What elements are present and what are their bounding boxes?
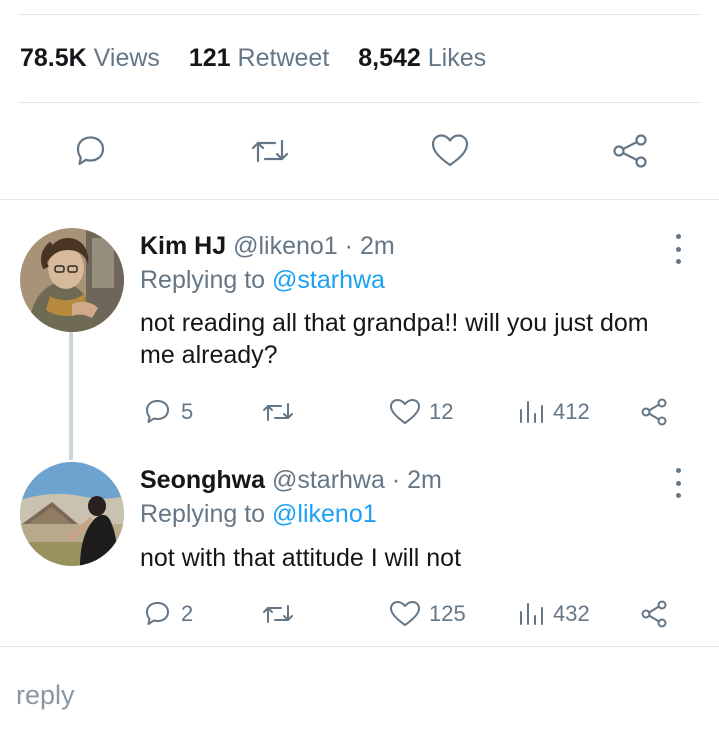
tweet-action-bar [0, 128, 719, 178]
timestamp: 2m [359, 232, 395, 260]
like-icon [390, 399, 420, 424]
more-options-icon[interactable] [666, 234, 690, 264]
share-icon [641, 600, 667, 628]
views-count: 78.5K [20, 44, 87, 72]
avatar[interactable] [20, 462, 124, 566]
likes-count: 8,542 [358, 44, 421, 72]
retweet-button[interactable] [260, 596, 296, 632]
views-button[interactable]: 412 [516, 394, 590, 430]
reply-header: Seonghwa @starhwa · 2m [140, 466, 442, 495]
share-button[interactable] [638, 394, 670, 430]
reply-count: 2 [181, 601, 194, 626]
reply-icon [146, 400, 169, 423]
reply-button[interactable]: 2 [142, 596, 193, 632]
retweet-count: 121 [188, 44, 231, 72]
retweet-label: Retweet [237, 44, 330, 72]
display-name[interactable]: Seonghwa [140, 466, 265, 494]
separator-dot: · [391, 466, 401, 494]
retweet-icon [263, 605, 293, 623]
reply-text: not reading all that grandpa!! will you … [140, 309, 649, 369]
username[interactable]: @starhwa [272, 466, 385, 494]
replying-to: Replying to @likeno1 [140, 500, 377, 529]
retweet-stat[interactable]: 121 Retweet [189, 44, 329, 72]
separator-dot: · [344, 232, 353, 260]
replying-to: Replying to @starhwa [140, 266, 385, 295]
like-icon [390, 601, 420, 626]
like-button[interactable]: 125 [388, 596, 466, 632]
views-count: 412 [553, 399, 590, 424]
like-count: 12 [429, 399, 454, 424]
top-divider [18, 14, 701, 15]
like-count: 125 [429, 601, 466, 626]
tweet-stats: 78.5K Views 121 Retweet 8,542 Likes [20, 44, 508, 73]
reply-item[interactable]: Kim HJ @likeno1 · 2m Replying to @starhw… [0, 200, 719, 460]
like-button[interactable]: 12 [388, 394, 453, 430]
retweet-icon[interactable] [247, 128, 293, 174]
like-icon[interactable] [427, 128, 473, 174]
replying-prefix: Replying to [140, 500, 266, 528]
replying-prefix: Replying to [140, 266, 266, 294]
reply-text: not with that attitude I will not [140, 544, 462, 572]
mention-link[interactable]: @starhwa [272, 266, 385, 294]
reply-button[interactable]: 5 [142, 394, 193, 430]
thread-line [69, 332, 73, 460]
views-label: Views [93, 44, 160, 72]
reply-count: 5 [181, 399, 194, 424]
share-icon [641, 398, 667, 426]
reply-actions: 5 12 412 [140, 394, 680, 430]
avatar[interactable] [20, 228, 124, 332]
views-count: 432 [553, 601, 590, 626]
retweet-button[interactable] [260, 394, 296, 430]
share-icon[interactable] [607, 128, 653, 174]
reply-item[interactable]: Seonghwa @starhwa · 2m Replying to @like… [0, 450, 719, 646]
likes-label: Likes [427, 44, 487, 72]
reply-actions: 2 125 432 [140, 596, 680, 632]
stats-divider [18, 102, 701, 103]
retweet-icon [263, 403, 293, 421]
views-button[interactable]: 432 [516, 596, 590, 632]
display-name[interactable]: Kim HJ [140, 232, 226, 260]
username[interactable]: @likeno1 [233, 232, 338, 260]
views-stat[interactable]: 78.5K Views [20, 44, 160, 72]
views-icon [520, 603, 543, 625]
reply-input[interactable]: reply [16, 680, 75, 711]
share-button[interactable] [638, 596, 670, 632]
timestamp: 2m [407, 466, 442, 494]
mention-link[interactable]: @likeno1 [272, 500, 377, 528]
reply-icon[interactable] [67, 128, 113, 174]
views-icon [520, 401, 543, 423]
likes-stat[interactable]: 8,542 Likes [358, 44, 486, 72]
composer-divider [0, 646, 719, 647]
reply-icon [146, 602, 169, 625]
reply-header: Kim HJ @likeno1 · 2m [140, 232, 395, 261]
more-options-icon[interactable] [666, 468, 690, 498]
